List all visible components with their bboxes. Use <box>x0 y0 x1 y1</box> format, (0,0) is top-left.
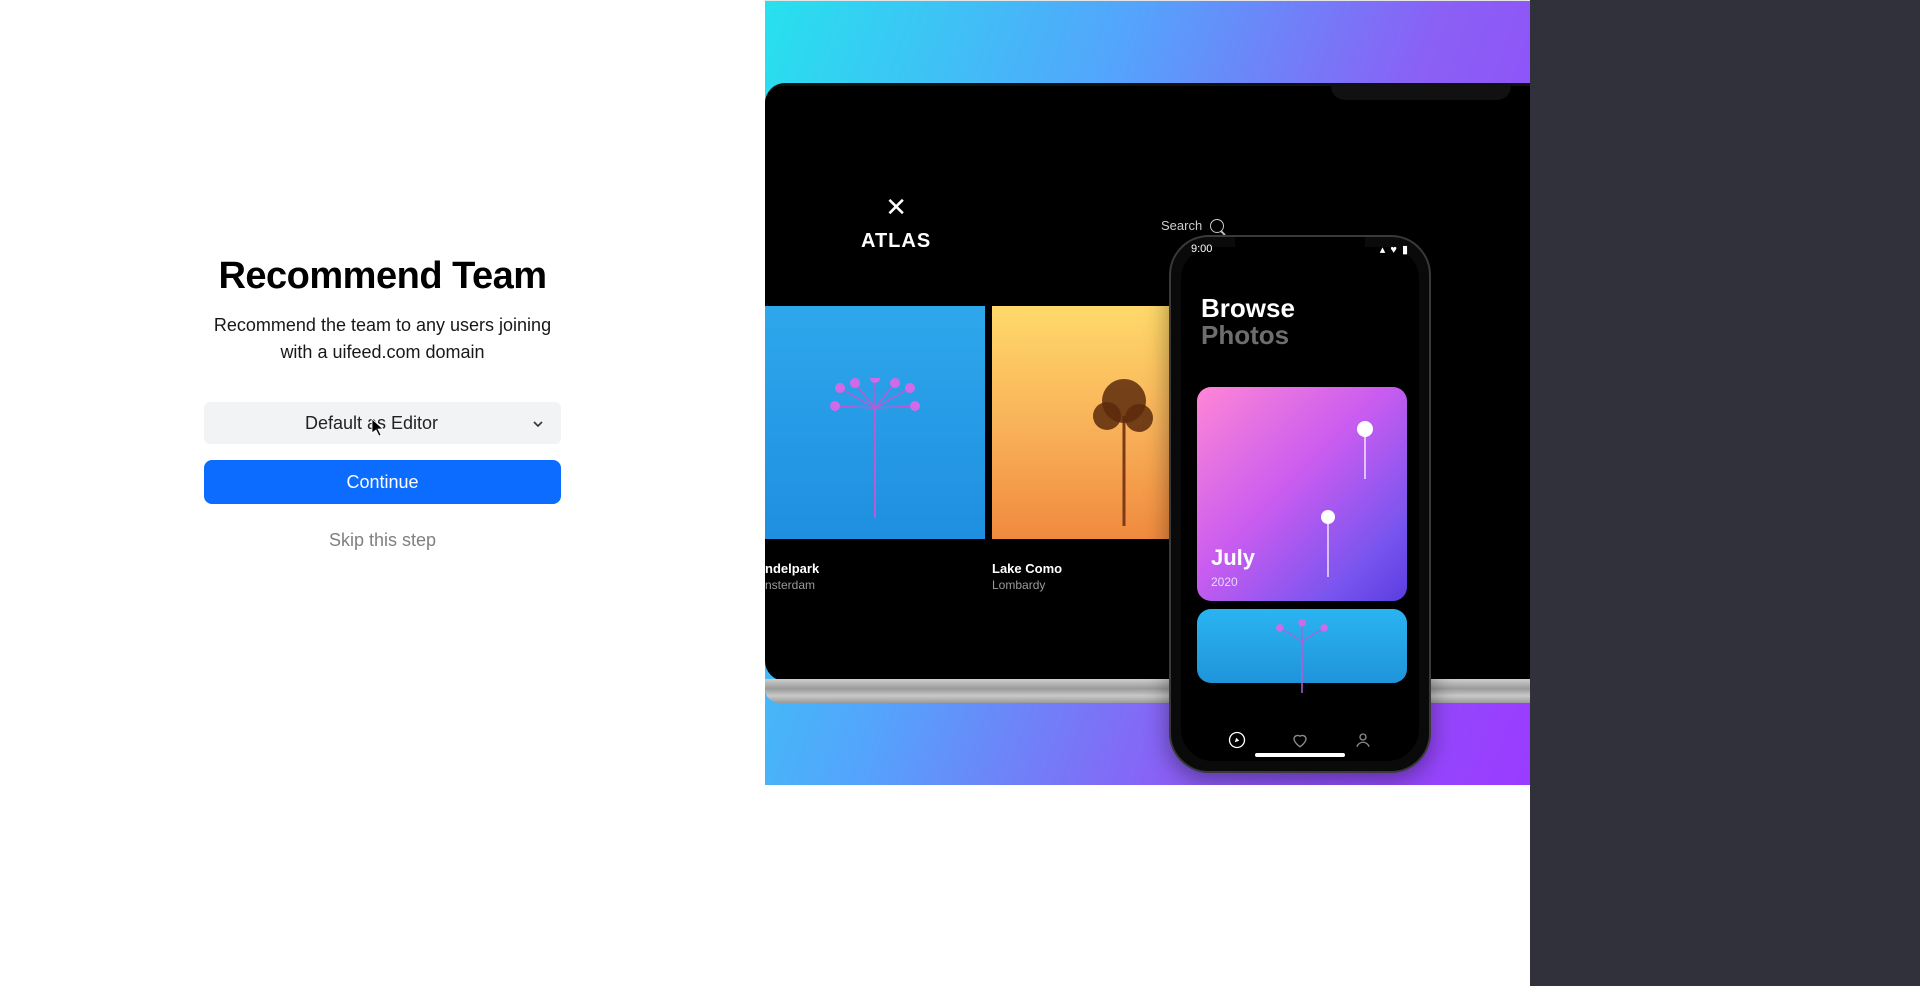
phone-card-month: July <box>1211 545 1255 571</box>
role-select[interactable]: Default as Editor <box>204 402 561 444</box>
subheading: Recommend the team to any users joining … <box>204 312 561 366</box>
flower-icon <box>1309 507 1347 577</box>
phone-photo-card-secondary[interactable] <box>1197 609 1407 683</box>
skip-step-link[interactable]: Skip this step <box>329 530 436 551</box>
flower-icon <box>820 378 930 518</box>
phone-screen: Browse Photos July 2020 <box>1181 247 1419 761</box>
continue-button[interactable]: Continue <box>204 460 561 504</box>
flower-icon <box>1247 619 1357 693</box>
atlas-search[interactable]: Search <box>1161 218 1224 233</box>
atlas-header: ✕ ATLAS <box>861 194 931 253</box>
role-select-wrap: Default as Editor <box>204 402 561 444</box>
phone-heading: Browse Photos <box>1201 295 1295 350</box>
tree-icon <box>1079 376 1169 526</box>
edge-strip <box>1530 0 1920 986</box>
phone-time: 9:00 <box>1191 243 1212 256</box>
phone-home-indicator <box>1255 753 1345 757</box>
photo-card[interactable]: ndelpark nsterdam <box>765 306 985 592</box>
phone-heading-line1: Browse <box>1201 295 1295 322</box>
photo-subtitle: nsterdam <box>765 578 985 592</box>
phone-tabbar <box>1181 721 1419 749</box>
phone-mockup: 9:00 ▴ ♥ ▮ Browse Photos <box>1169 235 1431 773</box>
onboarding-form: Recommend Team Recommend the team to any… <box>204 255 561 551</box>
compass-icon[interactable] <box>1228 731 1246 749</box>
atlas-logo: ATLAS <box>861 230 931 253</box>
heart-icon[interactable] <box>1291 731 1309 749</box>
phone-heading-line2: Photos <box>1201 322 1295 349</box>
phone-photo-card[interactable]: July 2020 <box>1197 387 1407 601</box>
left-panel: Recommend Team Recommend the team to any… <box>0 0 765 986</box>
heading: Recommend Team <box>218 255 546 298</box>
phone-card-year: 2020 <box>1211 575 1238 589</box>
search-icon <box>1210 219 1224 233</box>
photo-thumb <box>765 306 985 539</box>
atlas-photo-grid: ndelpark nsterdam <box>765 306 1212 592</box>
stage: Recommend Team Recommend the team to any… <box>0 0 1920 986</box>
role-select-value: Default as Editor <box>305 413 438 433</box>
photo-title: ndelpark <box>765 561 985 576</box>
laptop-notch <box>1331 86 1511 100</box>
user-icon[interactable] <box>1354 731 1372 749</box>
close-icon: ✕ <box>885 194 907 220</box>
phone-status-icons: ▴ ♥ ▮ <box>1380 243 1409 256</box>
flower-icon <box>1343 419 1387 479</box>
phone-notch <box>1235 237 1365 259</box>
right-panel: ✕ ATLAS Search <box>765 1 1530 785</box>
atlas-search-label: Search <box>1161 218 1202 233</box>
